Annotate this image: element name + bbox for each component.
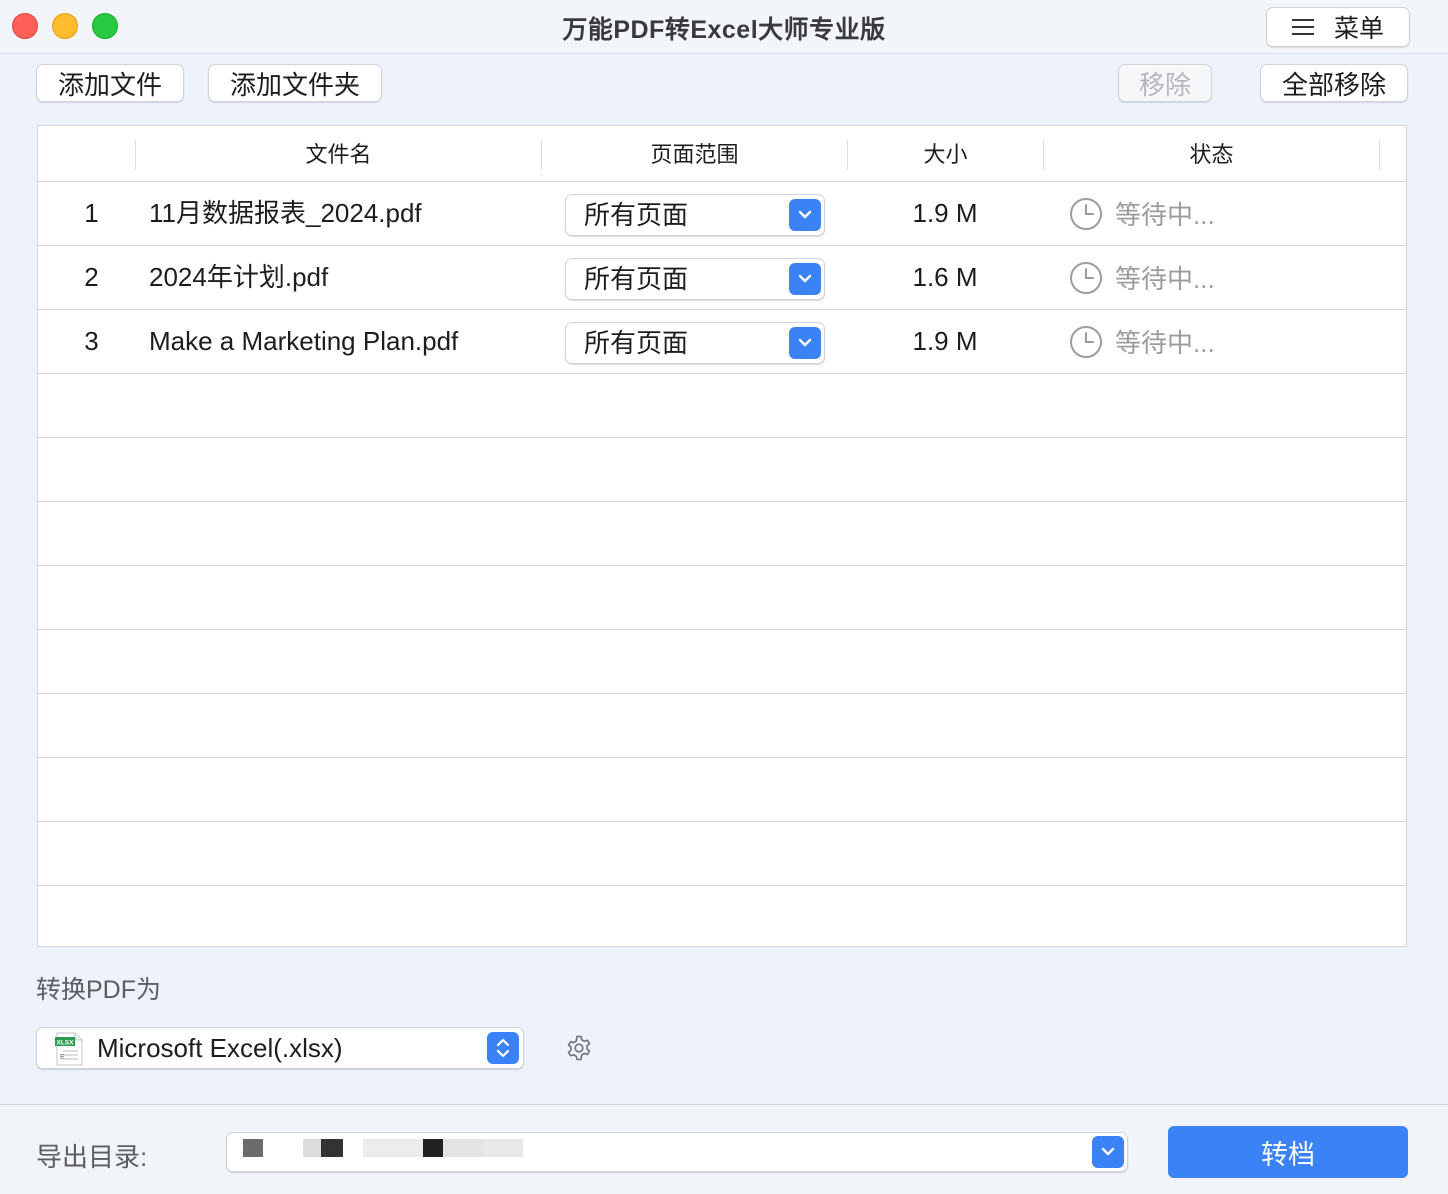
window-title: 万能PDF转Excel大师专业版 <box>562 16 886 44</box>
row-index: 2 <box>84 262 99 292</box>
column-header-index <box>38 140 135 170</box>
clock-icon <box>1070 197 1102 230</box>
column-header-name[interactable]: 文件名 <box>136 140 541 170</box>
page-range-select[interactable]: 所有页面 <box>565 258 825 300</box>
file-name: 2024年计划.pdf <box>149 262 329 292</box>
add-folder-button[interactable]: 添加文件夹 <box>208 64 382 102</box>
chevron-down-icon[interactable] <box>789 199 821 231</box>
table-row[interactable]: 1 11月数据报表_2024.pdf 所有页面 1.9 M 等待中... <box>38 182 1406 246</box>
app-window: 万能PDF转Excel大师专业版 菜单 添加文件 添加文件夹 移除 全部移除 文… <box>0 0 1448 1194</box>
svg-text:E: E <box>60 1054 65 1061</box>
empty-table-row <box>38 374 1406 438</box>
export-directory-dropdown-icon[interactable] <box>1092 1136 1124 1168</box>
status-text: 等待中... <box>1115 200 1215 230</box>
empty-table-row <box>38 502 1406 566</box>
format-select-value: Microsoft Excel(.xlsx) <box>97 1033 343 1063</box>
page-range-select[interactable]: 所有页面 <box>565 194 825 236</box>
format-select[interactable]: XLSX E Microsoft Excel(.xlsx) <box>36 1027 524 1069</box>
empty-table-row <box>38 630 1406 694</box>
xlsx-icon-text: XLSX <box>57 1040 75 1047</box>
file-table: 文件名 页面范围 大小 状态 1 11月数据报表_2024.pdf 所有页面 1.9 … <box>37 125 1407 947</box>
row-index: 1 <box>84 198 99 228</box>
menu-button-label: 菜单 <box>1333 15 1384 43</box>
remove-button[interactable]: 移除 <box>1118 64 1212 102</box>
page-range-value: 所有页面 <box>584 200 689 230</box>
column-header-status[interactable]: 状态 <box>1044 140 1379 170</box>
status-text: 等待中... <box>1115 328 1215 358</box>
chevron-down-icon[interactable] <box>789 263 821 295</box>
table-row[interactable]: 3 Make a Marketing Plan.pdf 所有页面 1.9 M 等待中..… <box>38 310 1406 374</box>
column-header-range[interactable]: 页面范围 <box>542 140 847 170</box>
xlsx-file-icon: XLSX E <box>55 1032 83 1066</box>
title-bar: 万能PDF转Excel大师专业版 菜单 <box>0 0 1448 54</box>
page-range-select[interactable]: 所有页面 <box>565 322 825 364</box>
menu-button[interactable]: 菜单 <box>1266 7 1410 47</box>
empty-table-row <box>38 438 1406 502</box>
clock-icon <box>1070 325 1102 358</box>
table-header: 文件名 页面范围 大小 状态 <box>38 126 1406 182</box>
empty-table-row <box>38 694 1406 758</box>
export-directory-label: 导出目录: <box>36 1142 148 1172</box>
convert-format-label: 转换PDF为 <box>36 976 162 1004</box>
export-directory-select[interactable] <box>226 1132 1128 1172</box>
page-range-value: 所有页面 <box>584 264 689 294</box>
up-down-chevron-icon[interactable] <box>487 1032 519 1064</box>
file-size: 1.6 M <box>912 262 978 292</box>
chevron-down-icon[interactable] <box>789 327 821 359</box>
empty-table-row <box>38 886 1406 946</box>
gear-icon[interactable] <box>565 1034 593 1062</box>
empty-table-row <box>38 566 1406 630</box>
remove-all-button[interactable]: 全部移除 <box>1260 64 1408 102</box>
status-cell: 等待中... <box>1069 310 1215 373</box>
clock-icon <box>1070 261 1102 294</box>
column-header-size[interactable]: 大小 <box>848 140 1043 170</box>
convert-button[interactable]: 转档 <box>1168 1126 1408 1178</box>
empty-table-row <box>38 822 1406 886</box>
status-cell: 等待中... <box>1069 246 1215 309</box>
status-text: 等待中... <box>1115 264 1215 294</box>
table-row[interactable]: 2 2024年计划.pdf 所有页面 1.6 M 等待中... <box>38 246 1406 310</box>
empty-table-row <box>38 758 1406 822</box>
file-size: 1.9 M <box>912 326 978 356</box>
hamburger-icon <box>1291 18 1314 36</box>
status-cell: 等待中... <box>1069 182 1215 245</box>
add-file-button[interactable]: 添加文件 <box>36 64 184 102</box>
page-range-value: 所有页面 <box>584 328 689 358</box>
file-name: Make a Marketing Plan.pdf <box>149 326 459 356</box>
row-index: 3 <box>84 326 99 356</box>
file-name: 11月数据报表_2024.pdf <box>149 198 422 228</box>
file-size: 1.9 M <box>912 198 978 228</box>
